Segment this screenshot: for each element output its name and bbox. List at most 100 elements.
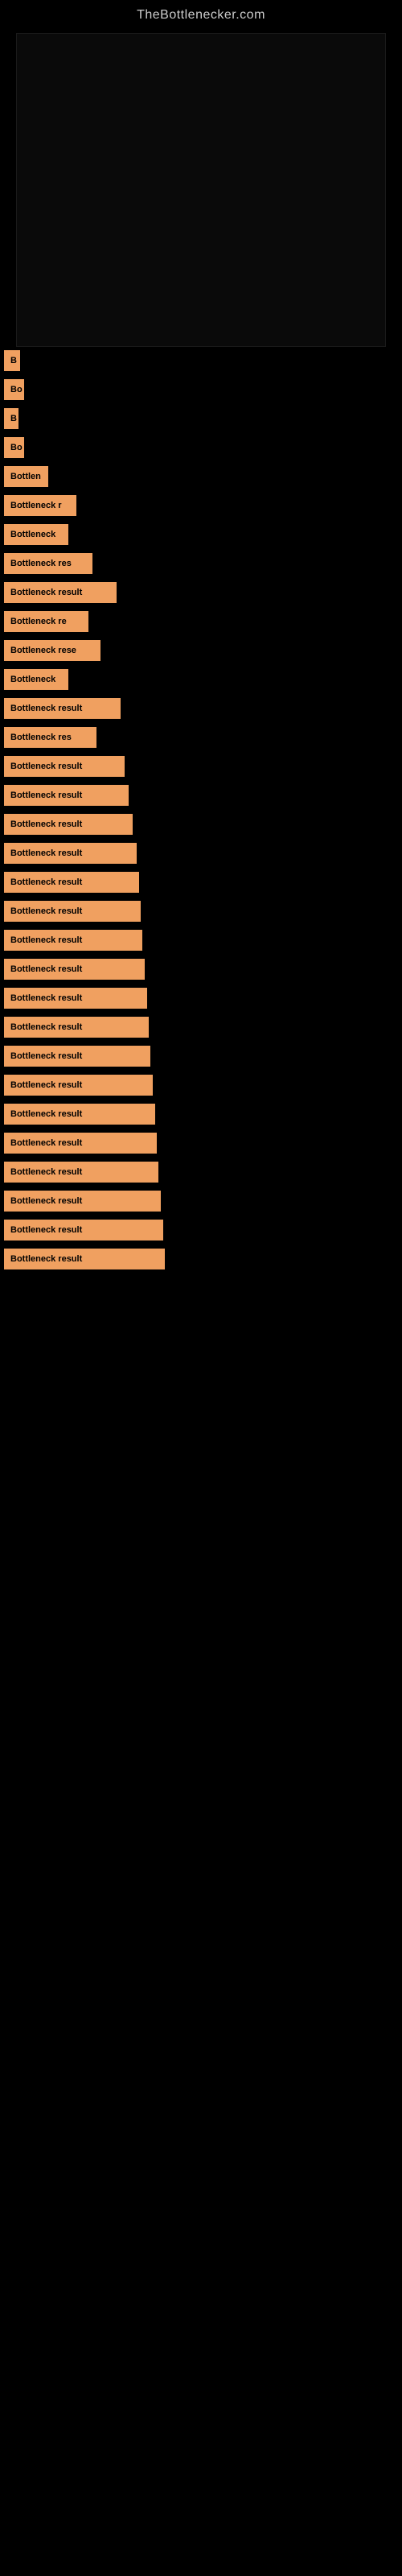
result-item: Bottleneck result	[4, 930, 398, 952]
bottleneck-bar-label: Bottleneck result	[10, 791, 82, 800]
bottleneck-bar-label: Bottleneck result	[10, 1196, 82, 1206]
result-item: Bottleneck result	[4, 756, 398, 778]
result-item: Bottleneck result	[4, 582, 398, 605]
bottleneck-bar-label: Bottleneck	[10, 530, 55, 539]
bottleneck-bar-label: Bottleneck result	[10, 993, 82, 1003]
bottleneck-bar: Bottleneck result	[4, 872, 139, 893]
result-item: Bottlen	[4, 466, 398, 489]
result-item: Bottleneck result	[4, 1046, 398, 1068]
bottleneck-bar-label: B	[10, 356, 17, 365]
result-item: Bottleneck result	[4, 1104, 398, 1126]
result-item: Bottleneck result	[4, 785, 398, 807]
bottleneck-bar: Bottleneck result	[4, 1017, 149, 1038]
bottleneck-bar-label: Bottleneck res	[10, 733, 72, 742]
bottleneck-bar: Bottleneck	[4, 524, 68, 545]
bottleneck-bar: Bottleneck result	[4, 582, 117, 603]
result-item: Bottleneck result	[4, 1133, 398, 1155]
result-item: Bottleneck result	[4, 1249, 398, 1271]
site-title-container: TheBottlenecker.com	[0, 0, 402, 27]
bottleneck-bar: Bottleneck result	[4, 959, 145, 980]
bottleneck-bar: Bottleneck result	[4, 843, 137, 864]
result-item: Bottleneck result	[4, 988, 398, 1010]
result-item: Bottleneck result	[4, 698, 398, 720]
bottleneck-bar-label: Bottlen	[10, 472, 41, 481]
results-section: B Bo B Bo Bottlen Bottleneck r Bottleneck Bottl…	[0, 350, 402, 1271]
bottleneck-bar: Bottleneck result	[4, 1075, 153, 1096]
result-item: Bottleneck r	[4, 495, 398, 518]
bottleneck-bar-label: Bottleneck result	[10, 1225, 82, 1235]
result-item: Bottleneck res	[4, 727, 398, 749]
bottleneck-bar: Bottleneck result	[4, 1046, 150, 1067]
result-item: Bottleneck result	[4, 1075, 398, 1097]
bottleneck-bar-label: Bottleneck re	[10, 617, 67, 626]
result-item: B	[4, 408, 398, 431]
bottleneck-bar-label: Bottleneck result	[10, 588, 82, 597]
bottleneck-bar-label: Bottleneck result	[10, 906, 82, 916]
bottleneck-bar-label: Bottleneck result	[10, 1109, 82, 1119]
bottleneck-bar: Bottleneck res	[4, 727, 96, 748]
result-item: B	[4, 350, 398, 373]
bottleneck-bar: Bottleneck result	[4, 988, 147, 1009]
result-item: Bottleneck	[4, 524, 398, 547]
bottleneck-bar: Bo	[4, 379, 24, 400]
bottleneck-bar: Bottleneck result	[4, 1162, 158, 1183]
result-item: Bottleneck rese	[4, 640, 398, 663]
bottleneck-bar: Bottleneck result	[4, 1220, 163, 1241]
bottleneck-bar-label: Bottleneck result	[10, 762, 82, 771]
bottleneck-bar: B	[4, 350, 20, 371]
bottleneck-bar-label: Bottleneck rese	[10, 646, 76, 655]
bottleneck-bar-label: Bottleneck res	[10, 559, 72, 568]
bottleneck-bar: B	[4, 408, 18, 429]
result-item: Bottleneck res	[4, 553, 398, 576]
result-item: Bottleneck result	[4, 872, 398, 894]
bottleneck-bar: Bottleneck result	[4, 1191, 161, 1212]
result-item: Bottleneck result	[4, 1220, 398, 1242]
bottleneck-bar-label: Bottleneck r	[10, 501, 62, 510]
bottleneck-bar: Bottleneck result	[4, 1133, 157, 1154]
bottleneck-bar: Bottleneck result	[4, 698, 121, 719]
chart-area	[16, 33, 386, 347]
result-item: Bottleneck result	[4, 843, 398, 865]
bottleneck-bar: Bottleneck	[4, 669, 68, 690]
bottleneck-bar: Bottleneck result	[4, 1104, 155, 1125]
bottleneck-bar-label: Bo	[10, 443, 23, 452]
bottleneck-bar-label: Bottleneck	[10, 675, 55, 684]
bottleneck-bar: Bottleneck result	[4, 930, 142, 951]
site-title: TheBottlenecker.com	[0, 0, 402, 27]
bottleneck-bar-label: Bottleneck result	[10, 1022, 82, 1032]
bottleneck-bar-label: Bottleneck result	[10, 1138, 82, 1148]
result-item: Bottleneck result	[4, 814, 398, 836]
result-item: Bottleneck result	[4, 959, 398, 981]
result-item: Bottleneck re	[4, 611, 398, 634]
bottleneck-bar: Bottleneck result	[4, 785, 129, 806]
bottleneck-bar: Bottleneck res	[4, 553, 92, 574]
result-item: Bottleneck result	[4, 1191, 398, 1213]
bottleneck-bar-label: Bottleneck result	[10, 1167, 82, 1177]
result-item: Bo	[4, 437, 398, 460]
bottleneck-bar-label: Bo	[10, 385, 23, 394]
bottleneck-bar: Bo	[4, 437, 24, 458]
bottleneck-bar: Bottleneck result	[4, 814, 133, 835]
bottleneck-bar-label: Bottleneck result	[10, 848, 82, 858]
bottleneck-bar-label: Bottleneck result	[10, 1254, 82, 1264]
bottleneck-bar: Bottlen	[4, 466, 48, 487]
bottleneck-bar: Bottleneck rese	[4, 640, 100, 661]
result-item: Bottleneck result	[4, 1162, 398, 1184]
bottleneck-bar: Bottleneck r	[4, 495, 76, 516]
bottleneck-bar-label: B	[10, 414, 17, 423]
bottleneck-bar: Bottleneck result	[4, 756, 125, 777]
bottleneck-bar-label: Bottleneck result	[10, 1080, 82, 1090]
bottleneck-bar: Bottleneck result	[4, 1249, 165, 1269]
bottleneck-bar-label: Bottleneck result	[10, 1051, 82, 1061]
bottleneck-bar: Bottleneck re	[4, 611, 88, 632]
result-item: Bottleneck result	[4, 901, 398, 923]
bottleneck-bar-label: Bottleneck result	[10, 935, 82, 945]
result-item: Bottleneck	[4, 669, 398, 691]
bottleneck-bar: Bottleneck result	[4, 901, 141, 922]
result-item: Bo	[4, 379, 398, 402]
result-item: Bottleneck result	[4, 1017, 398, 1039]
bottleneck-bar-label: Bottleneck result	[10, 819, 82, 829]
bottleneck-bar-label: Bottleneck result	[10, 964, 82, 974]
bottleneck-bar-label: Bottleneck result	[10, 704, 82, 713]
bottleneck-bar-label: Bottleneck result	[10, 877, 82, 887]
